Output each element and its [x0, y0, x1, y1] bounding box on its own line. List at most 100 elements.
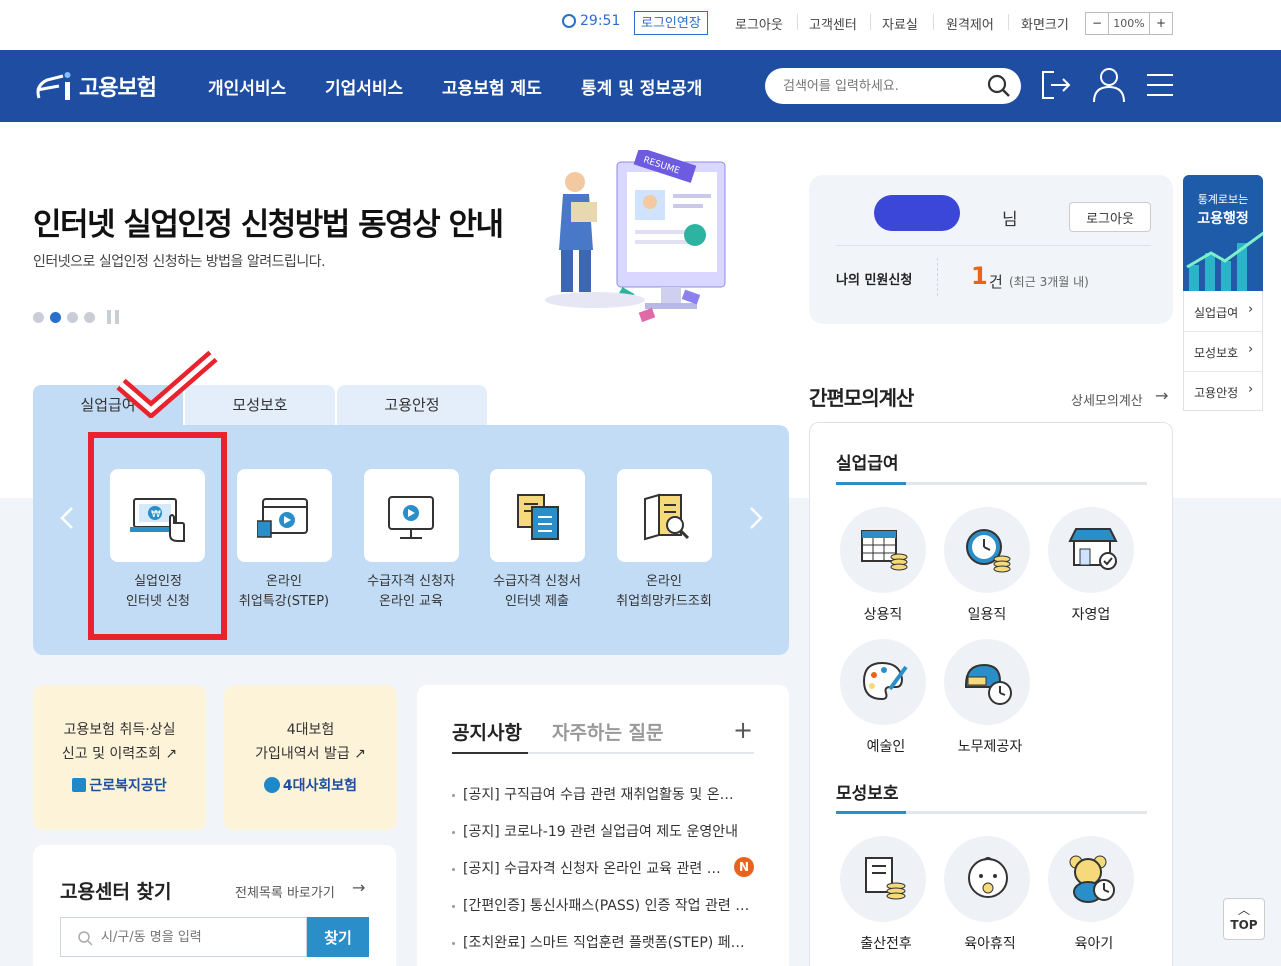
- remote-control-link[interactable]: 원격제어: [946, 14, 994, 33]
- pause-icon[interactable]: [107, 310, 121, 324]
- calc-section-maternity: 모성보호: [836, 784, 899, 804]
- service-label-line: 수급자격 신청서: [493, 574, 581, 589]
- calc-title: 간편모의계산: [809, 386, 914, 410]
- carousel-dot[interactable]: [33, 311, 44, 323]
- notice-item[interactable]: [조치완료] 스마트 직업훈련 플랫폼(STEP) 페이지 오류: [452, 932, 752, 952]
- notice-item[interactable]: [공지] 코로나-19 관련 실업급여 제도 운영안내: [452, 821, 752, 841]
- center-search-button[interactable]: 찾기: [307, 917, 369, 957]
- calc-childbirth[interactable]: [840, 836, 926, 922]
- user-icon[interactable]: [1092, 67, 1126, 103]
- logo-mark-icon: [36, 72, 71, 100]
- calc-labor-provider[interactable]: [944, 639, 1030, 725]
- annotation-highlight-box: [88, 432, 227, 640]
- nav-insurance-system[interactable]: 고용보험 제도: [442, 74, 542, 99]
- calc-artist[interactable]: [840, 639, 926, 725]
- brand-name: 근로복지공단: [89, 778, 167, 794]
- chevron-left-icon[interactable]: [57, 505, 77, 531]
- stats-banner[interactable]: 통계로보는 고용행정: [1183, 175, 1263, 291]
- service-job-card-inquiry[interactable]: [617, 469, 712, 562]
- comwel-logo-icon: [72, 778, 87, 792]
- service-label: 온라인 취업특강(STEP): [214, 572, 354, 612]
- calc-label: 상용직: [863, 607, 903, 623]
- search-icon[interactable]: [987, 74, 1011, 98]
- service-online-lecture[interactable]: [237, 469, 332, 562]
- extend-login-button[interactable]: 로그인연장: [634, 11, 708, 35]
- request-count-unit: 건: [989, 273, 1003, 291]
- service-online-education[interactable]: [364, 469, 459, 562]
- service-label-line: 취업희망카드조회: [616, 594, 712, 609]
- search-input[interactable]: [783, 76, 983, 96]
- tab-stability[interactable]: 고용안정: [337, 385, 487, 425]
- calc-label: 육아휴직: [964, 936, 1016, 952]
- notice-item[interactable]: [공지] 수급자격 신청자 온라인 교육 관련 안내: [452, 858, 724, 878]
- arrow-right-icon: →: [1155, 386, 1169, 405]
- calc-regular-worker[interactable]: [840, 507, 926, 593]
- calc-childcare-period[interactable]: [1048, 836, 1134, 922]
- carousel-indicators: [33, 310, 121, 324]
- document-coins-icon: [865, 857, 906, 900]
- customer-center-link[interactable]: 고객센터: [809, 14, 857, 33]
- calc-label: 노무제공자: [957, 739, 1023, 755]
- logout-icon[interactable]: [1040, 69, 1072, 101]
- zoom-level: 100%: [1108, 13, 1150, 34]
- hero-illustration: RESUME: [545, 150, 726, 323]
- menu-icon[interactable]: [1147, 72, 1173, 98]
- nav-business[interactable]: 기업서비스: [325, 74, 403, 99]
- annotation-checkmark-icon: [116, 350, 218, 418]
- chevron-right-icon[interactable]: [746, 505, 766, 531]
- logout-link[interactable]: 로그아웃: [735, 14, 783, 33]
- center-search-input[interactable]: [101, 927, 291, 947]
- notice-more-button[interactable]: +: [733, 716, 753, 744]
- timer-icon: [562, 14, 576, 28]
- service-application-submit[interactable]: [490, 469, 585, 562]
- card-line: 4대보험: [286, 722, 335, 738]
- card-4-insurance[interactable]: 4대보험 가입내역서 발급 ↗ 4대사회보험: [224, 685, 397, 830]
- card-brand: 근로복지공단: [33, 775, 206, 795]
- request-count-note: (최근 3개월 내): [1009, 275, 1089, 289]
- calc-self-employed[interactable]: [1048, 507, 1134, 593]
- calc-section-unemployment: 실업급여: [836, 454, 899, 474]
- carousel-dot-active[interactable]: [50, 311, 61, 323]
- request-count[interactable]: 1: [971, 262, 988, 290]
- calc-daily-worker[interactable]: [944, 507, 1030, 593]
- carousel-dot[interactable]: [67, 311, 78, 323]
- nav-statistics[interactable]: 통계 및 정보공개: [581, 74, 702, 99]
- video-window-icon: [257, 498, 308, 538]
- chevron-right-icon: ›: [1248, 382, 1254, 397]
- zoom-in-button[interactable]: +: [1150, 13, 1172, 34]
- stats-link-unemployment[interactable]: 실업급여: [1194, 304, 1238, 321]
- nav-personal[interactable]: 개인서비스: [208, 74, 286, 99]
- notice-item[interactable]: [간편인증] 통신사패스(PASS) 인증 작업 관련 안내: [452, 895, 752, 915]
- card-insurance-history[interactable]: 고용보험 취득·상실 신고 및 이력조회 ↗ 근로복지공단: [33, 685, 206, 830]
- center-list-link[interactable]: 전체목록 바로가기: [235, 882, 335, 901]
- stats-link-maternity[interactable]: 모성보호: [1194, 344, 1238, 361]
- service-label-line: 온라인: [646, 574, 682, 589]
- card-line: 고용보험 취득·상실: [63, 722, 176, 738]
- tab-faq[interactable]: 자주하는 질문: [552, 718, 664, 745]
- calc-parental-leave[interactable]: [944, 836, 1030, 922]
- card-line: 신고 및 이력조회: [61, 746, 161, 762]
- scroll-top-button[interactable]: ︿ TOP: [1223, 898, 1265, 940]
- calc-label: 일용직: [967, 607, 1007, 623]
- hero-title[interactable]: 인터넷 실업인정 신청방법 동영상 안내: [33, 199, 504, 244]
- tab-notice[interactable]: 공지사항: [452, 718, 522, 745]
- detail-calc-link[interactable]: 상세모의계산: [1071, 390, 1143, 409]
- stats-link-stability[interactable]: 고용안정: [1194, 384, 1238, 401]
- section-underline: [836, 811, 1147, 814]
- arrow-right-icon: →: [352, 878, 366, 897]
- notice-underline: [452, 752, 754, 754]
- site-logo[interactable]: 고용보험: [33, 68, 157, 104]
- zoom-control: − 100% +: [1085, 12, 1173, 35]
- carousel-dot[interactable]: [84, 311, 95, 323]
- user-logout-button[interactable]: 로그아웃: [1069, 202, 1151, 232]
- card-text: 4대보험 가입내역서 발급 ↗: [224, 718, 397, 766]
- zoom-out-button[interactable]: −: [1086, 13, 1108, 34]
- calc-label: 출산전후: [860, 936, 912, 952]
- chart-trend-icon: [1186, 231, 1263, 291]
- notice-item[interactable]: [공지] 구직급여 수급 관련 재취업활동 및 온라인 교육 관련: [452, 784, 744, 804]
- card-brand: 4대사회보험: [224, 775, 397, 795]
- calc-label: 자영업: [1071, 607, 1111, 623]
- external-link-icon: ↗: [354, 746, 366, 762]
- resources-link[interactable]: 자료실: [882, 14, 918, 33]
- service-label-line: 온라인: [266, 574, 302, 589]
